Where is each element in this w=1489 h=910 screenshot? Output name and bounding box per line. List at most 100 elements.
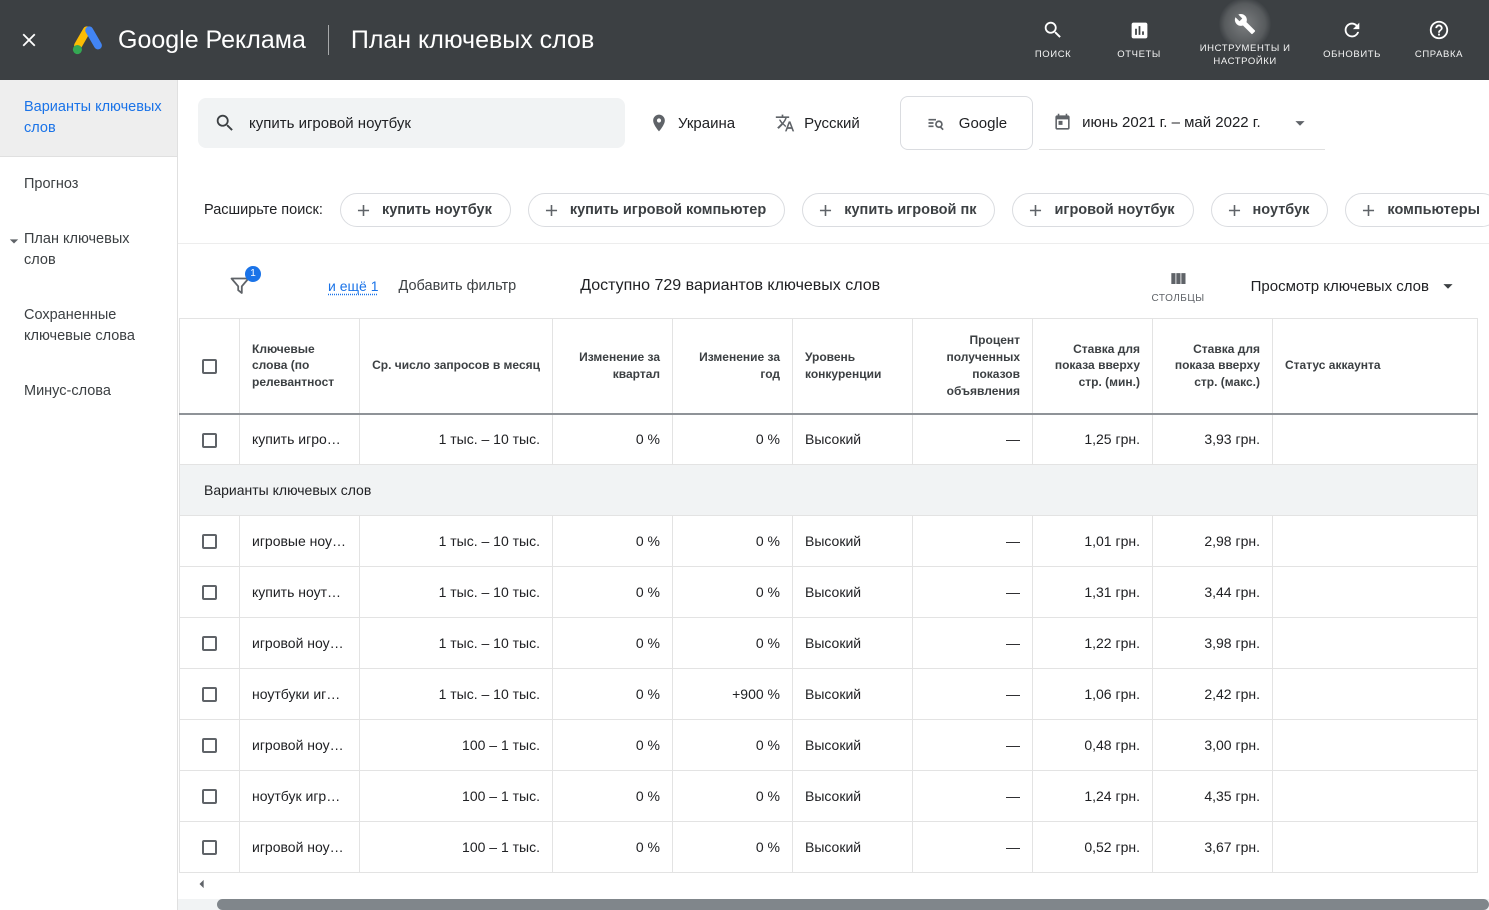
checkbox-cell [180, 669, 240, 720]
row-checkbox[interactable] [202, 433, 217, 448]
close-icon [18, 29, 40, 51]
keyword-cell: игровой ноу… [240, 618, 360, 669]
suggestion-chip[interactable]: купить ноутбук [340, 193, 511, 227]
keyword-row: игровой ноу… 100 – 1 тыс. 0 % 0 % Высоки… [180, 720, 1478, 771]
sidebar-item[interactable]: План ключевых слов [0, 212, 177, 288]
col-header-volume[interactable]: Ср. число запросов в месяц [360, 319, 553, 414]
topbar-tools-button[interactable]: ИНСТРУМЕНТЫ И НАСТРОЙКИ [1197, 12, 1293, 68]
topbar-refresh-button[interactable]: ОБНОВИТЬ [1323, 18, 1381, 61]
col-header-impression-share[interactable]: Процент полученных показов объявления [913, 319, 1033, 414]
suggestion-chip[interactable]: ноутбук [1211, 193, 1329, 227]
calendar-icon [1053, 113, 1072, 132]
competition-cell: Высокий [793, 771, 913, 822]
sidebar-item-label: Сохраненные ключевые слова [24, 307, 135, 344]
suggestion-chip[interactable]: игровой ноутбук [1012, 193, 1193, 227]
date-range-selector[interactable]: июнь 2021 г. – май 2022 г. [1039, 96, 1324, 150]
network-search-icon [926, 113, 946, 133]
impression-share-cell: — [913, 618, 1033, 669]
keyword-row: ноутбук игр… 100 – 1 тыс. 0 % 0 % Высоки… [180, 771, 1478, 822]
row-checkbox[interactable] [202, 687, 217, 702]
year-change-cell: 0 % [673, 567, 793, 618]
search-icon [1042, 18, 1064, 42]
select-all-checkbox[interactable] [202, 359, 217, 374]
checkbox-cell [180, 516, 240, 567]
quarter-change-cell: 0 % [553, 822, 673, 873]
topbar: Google Реклама План ключевых слов ПОИСК … [0, 0, 1489, 80]
suggestion-chip[interactable]: компьютеры [1345, 193, 1489, 227]
topbar-reports-button[interactable]: ОТЧЕТЫ [1111, 18, 1167, 61]
filter-bar: 1 и ещё 1 Добавить фильтр Доступно 729 в… [178, 254, 1489, 318]
suggestion-chip[interactable]: купить игровой компьютер [528, 193, 785, 227]
sidebar-item[interactable]: Прогноз [0, 157, 177, 212]
quarter-change-cell: 0 % [553, 669, 673, 720]
col-header-bid-high[interactable]: Ставка для показа вверху стр. (макс.) [1153, 319, 1273, 414]
google-ads-logo [70, 24, 106, 56]
row-checkbox[interactable] [202, 636, 217, 651]
year-change-cell: 0 % [673, 771, 793, 822]
select-all-header [180, 319, 240, 414]
sidebar-item-label: План ключевых слов [24, 231, 130, 268]
col-header-quarter-change[interactable]: Изменение за квартал [553, 319, 673, 414]
more-filters-link[interactable]: и ещё 1 [328, 278, 378, 294]
account-status-cell [1273, 516, 1478, 567]
view-keywords-dropdown[interactable]: Просмотр ключевых слов [1251, 275, 1459, 297]
checkbox-cell [180, 414, 240, 465]
bid-low-cell: 1,25 грн. [1033, 414, 1153, 465]
sidebar-item[interactable]: Сохраненные ключевые слова [0, 288, 177, 364]
row-checkbox[interactable] [202, 789, 217, 804]
competition-cell: Высокий [793, 516, 913, 567]
row-checkbox[interactable] [202, 534, 217, 549]
suggestion-chip[interactable]: купить игровой пк [802, 193, 995, 227]
plus-icon [1359, 201, 1378, 220]
row-checkbox[interactable] [202, 738, 217, 753]
keyword-table: Ключевые слова (по релевантност Ср. числ… [179, 318, 1478, 873]
keyword-cell: ноутбуки иг… [240, 669, 360, 720]
topbar-search-button[interactable]: ПОИСК [1025, 18, 1081, 61]
columns-button[interactable]: СТОЛБЦЫ [1152, 269, 1205, 304]
language-selector[interactable]: Русский [775, 113, 860, 133]
collapse-left-arrow[interactable] [192, 874, 212, 894]
topbar-actions: ПОИСК ОТЧЕТЫ ИНСТРУМЕНТЫ И НАСТРОЙКИ ОБН… [1025, 12, 1489, 68]
checkbox-cell [180, 771, 240, 822]
keyword-search-box[interactable] [198, 98, 625, 148]
quarter-change-cell: 0 % [553, 618, 673, 669]
bid-high-cell: 3,67 грн. [1153, 822, 1273, 873]
location-selector[interactable]: Украина [649, 113, 735, 133]
keyword-cell: ноутбук игр… [240, 771, 360, 822]
topbar-help-button[interactable]: СПРАВКА [1411, 18, 1467, 61]
add-filter-button[interactable]: Добавить фильтр [398, 278, 516, 294]
bid-low-cell: 0,48 грн. [1033, 720, 1153, 771]
suggestion-chip-label: ноутбук [1253, 202, 1310, 218]
table-header-row: Ключевые слова (по релевантност Ср. числ… [180, 319, 1478, 414]
filter-button[interactable]: 1 [228, 274, 252, 298]
expand-search-label: Расширьте поиск: [204, 202, 323, 218]
sidebar-item[interactable]: Минус-слова [0, 364, 177, 419]
close-button[interactable] [0, 0, 58, 80]
col-header-competition[interactable]: Уровень конкуренции [793, 319, 913, 414]
col-header-keyword[interactable]: Ключевые слова (по релевантност [240, 319, 360, 414]
horizontal-scrollbar-thumb[interactable] [217, 899, 1489, 910]
keyword-search-input[interactable] [249, 115, 609, 132]
col-header-year-change[interactable]: Изменение за год [673, 319, 793, 414]
location-value: Украина [678, 115, 735, 132]
quarter-change-cell: 0 % [553, 567, 673, 618]
checkbox-cell [180, 567, 240, 618]
keyword-row: ноутбуки иг… 1 тыс. – 10 тыс. 0 % +900 %… [180, 669, 1478, 720]
plus-icon [1026, 201, 1045, 220]
chevron-down-icon [1437, 275, 1459, 297]
impression-share-cell: — [913, 567, 1033, 618]
col-header-bid-low[interactable]: Ставка для показа вверху стр. (мин.) [1033, 319, 1153, 414]
year-change-cell: +900 % [673, 669, 793, 720]
bid-high-cell: 2,42 грн. [1153, 669, 1273, 720]
filter-funnel-icon [228, 285, 252, 302]
plus-icon [354, 201, 373, 220]
chevron-down-icon[interactable] [4, 231, 24, 251]
keyword-row: игровой ноу… 1 тыс. – 10 тыс. 0 % 0 % Вы… [180, 618, 1478, 669]
col-header-account-status[interactable]: Статус аккаунта [1273, 319, 1478, 414]
plus-icon [1225, 201, 1244, 220]
row-checkbox[interactable] [202, 840, 217, 855]
sidebar-item[interactable]: Варианты ключевых слов [0, 80, 177, 157]
network-selector[interactable]: Google [900, 96, 1033, 150]
row-checkbox[interactable] [202, 585, 217, 600]
suggestion-chip-label: игровой ноутбук [1054, 202, 1174, 218]
